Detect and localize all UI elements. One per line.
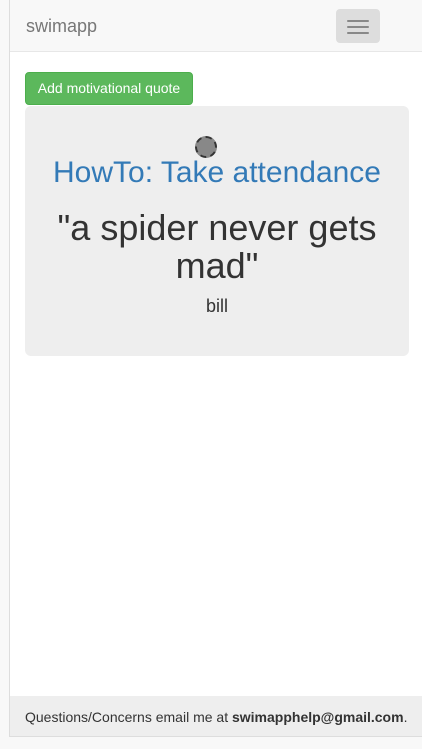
footer-contact-text: Questions/Concerns email me at swimapphe… bbox=[25, 708, 407, 726]
quote-jumbotron: HowTo: Take attendance "a spider never g… bbox=[25, 106, 409, 356]
hamburger-menu-icon-bar bbox=[347, 26, 369, 28]
quote-author: bill bbox=[205, 296, 228, 316]
footer: Questions/Concerns email me at swimapphe… bbox=[10, 696, 422, 736]
add-motivational-quote-button[interactable]: Add motivational quote bbox=[25, 72, 193, 105]
navbar: swimapp bbox=[10, 0, 422, 52]
howto-take-attendance-link[interactable]: HowTo: Take attendance bbox=[25, 156, 409, 190]
motivational-quote-text: "a spider never gets mad" bbox=[57, 207, 377, 286]
app-frame: swimapp Add motivational quote HowTo: Ta… bbox=[9, 0, 422, 737]
loading-spinner-icon bbox=[195, 136, 217, 158]
footer-suffix: . bbox=[403, 709, 408, 725]
hamburger-menu-icon bbox=[347, 20, 369, 22]
footer-email: swimapphelp@gmail.com bbox=[231, 709, 404, 725]
navbar-brand[interactable]: swimapp bbox=[26, 15, 97, 37]
footer-prefix: Questions/Concerns email me at bbox=[25, 709, 232, 725]
hamburger-menu-icon-bar bbox=[347, 32, 369, 34]
navbar-toggle-button[interactable] bbox=[336, 9, 380, 43]
